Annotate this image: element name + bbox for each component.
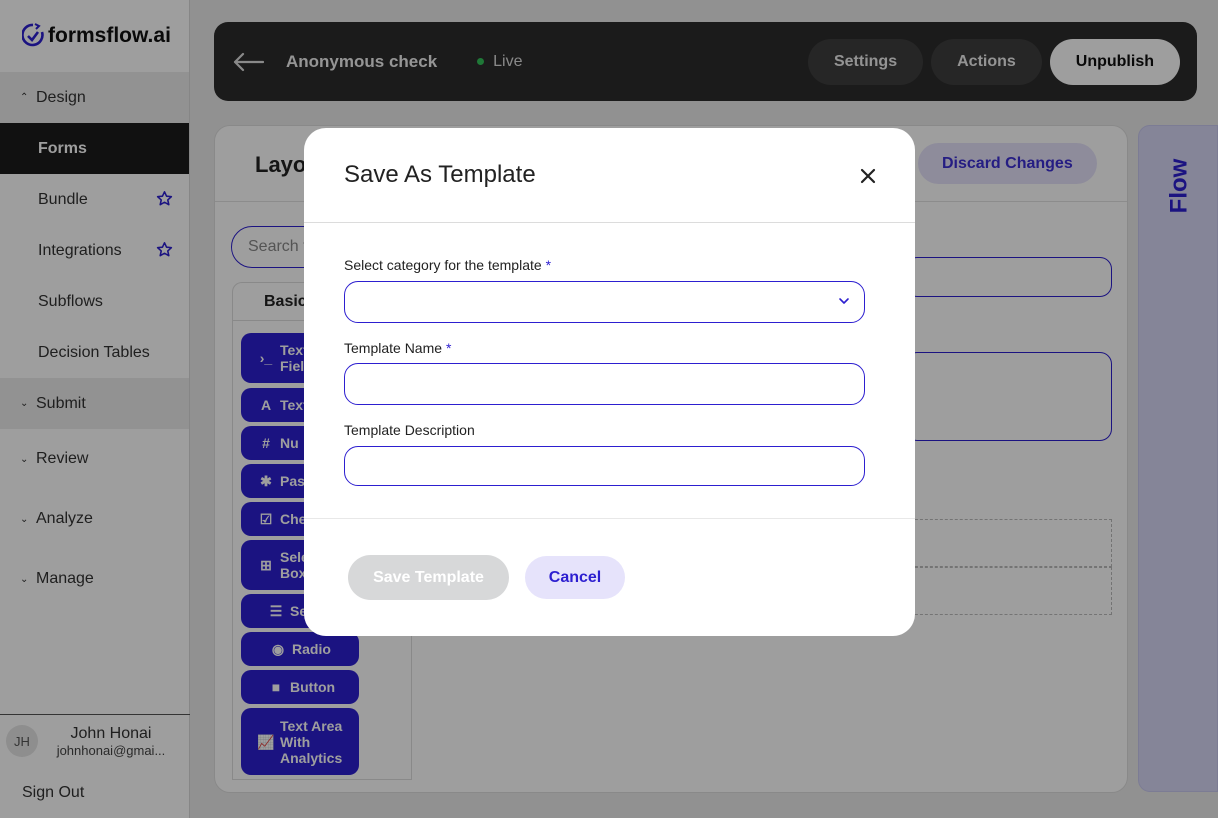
template-name-label-text: Template Name bbox=[344, 340, 443, 356]
required-mark: * bbox=[545, 257, 552, 273]
category-label-text: Select category for the template bbox=[344, 257, 542, 273]
template-description-input[interactable] bbox=[344, 446, 865, 486]
save-template-button[interactable]: Save Template bbox=[348, 555, 509, 600]
close-icon[interactable] bbox=[857, 165, 879, 187]
divider bbox=[304, 518, 915, 519]
category-select[interactable] bbox=[344, 281, 865, 323]
divider bbox=[304, 222, 915, 223]
category-field-label: Select category for the template * bbox=[344, 257, 551, 273]
cancel-button[interactable]: Cancel bbox=[525, 556, 625, 599]
template-name-label: Template Name * bbox=[344, 340, 451, 356]
modal-title: Save As Template bbox=[344, 161, 536, 188]
save-template-modal: Save As Template Select category for the… bbox=[304, 128, 915, 636]
template-description-label: Template Description bbox=[344, 422, 475, 438]
chevron-down-icon bbox=[839, 298, 849, 304]
required-mark: * bbox=[445, 340, 452, 356]
template-name-input[interactable] bbox=[344, 363, 865, 405]
